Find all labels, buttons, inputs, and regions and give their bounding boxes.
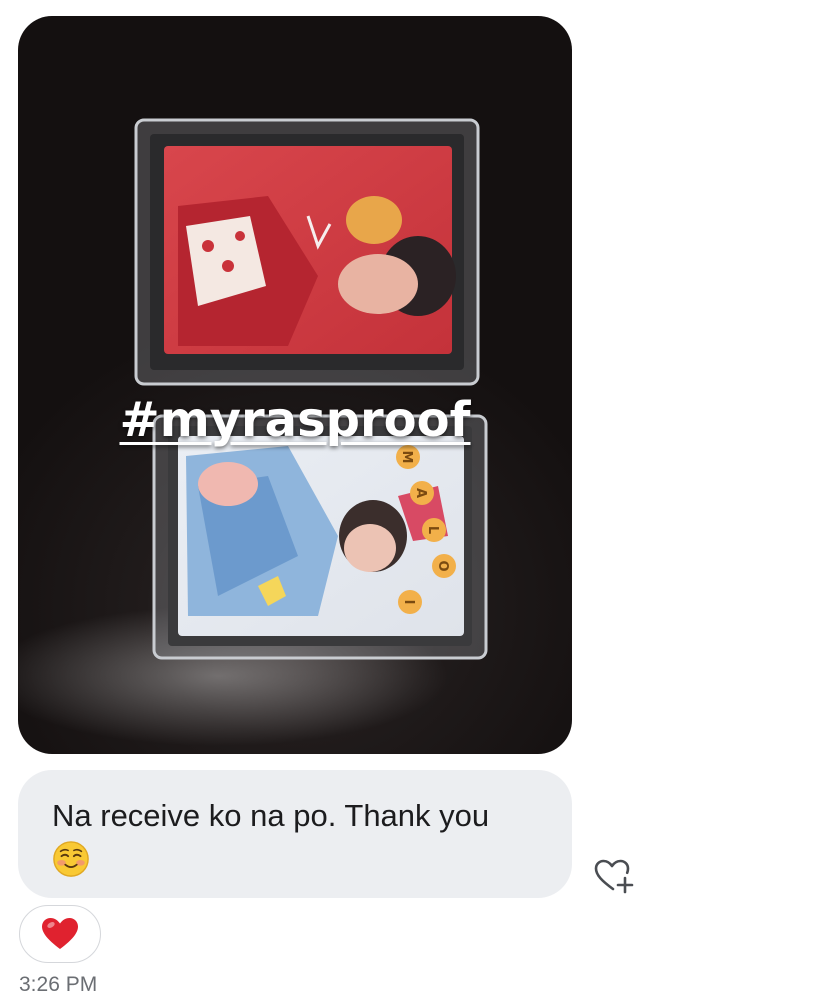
card-letter: M: [399, 451, 414, 464]
message-text: Na receive ko na po. Thank you: [52, 798, 490, 833]
photo-image: M A L O I: [18, 118, 488, 746]
photo-hashtag-overlay: #myrasproof: [119, 392, 471, 448]
reaction-badge[interactable]: [19, 905, 101, 963]
add-reaction-icon[interactable]: [592, 856, 636, 896]
message-timestamp: 3:26 PM: [19, 973, 98, 996]
smiling-face-emoji-icon: [53, 841, 89, 877]
photo-message[interactable]: M A L O I #myrasproof: [18, 16, 572, 754]
top-card-holder: [134, 118, 480, 386]
card-letter: L: [425, 526, 440, 534]
card-letter: A: [413, 488, 428, 498]
card-letter: I: [401, 600, 416, 605]
message-bubble[interactable]: Na receive ko na po. Thank you: [18, 770, 572, 898]
red-heart-icon: [42, 918, 78, 949]
card-letter: O: [435, 560, 450, 571]
bottom-card-holder: M A L O I: [152, 414, 488, 660]
